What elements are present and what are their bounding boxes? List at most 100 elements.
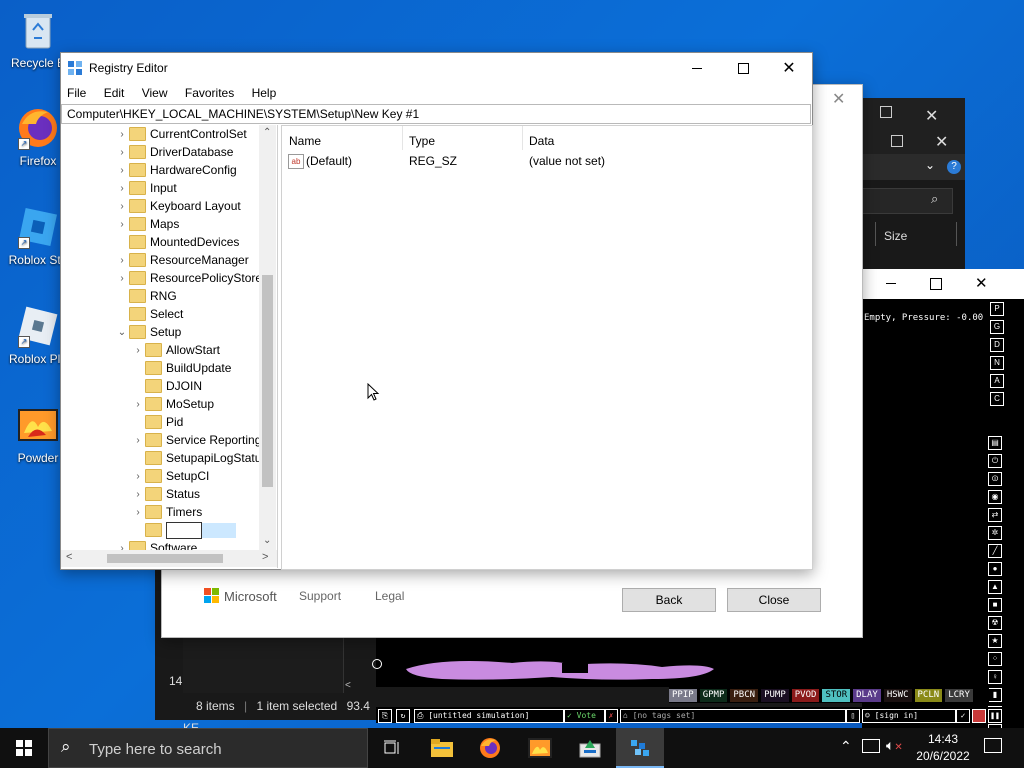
value-row[interactable]: ab (Default) REG_SZ (value not set) [282,152,812,170]
element-stor[interactable]: STOR [822,688,851,702]
menu-edit[interactable]: Edit [104,86,125,100]
scroll-left-icon[interactable]: < [345,680,351,691]
tree-node[interactable]: › CurrentControlSet [115,125,247,143]
vote-down-button[interactable]: ✗ [604,709,618,723]
tree-node[interactable]: ⌄ Setup [115,323,181,341]
tree-node[interactable]: Pid [131,413,183,431]
category-icon-liquids[interactable]: ● [988,562,1002,576]
maximize-icon[interactable] [930,278,942,290]
task-view-button[interactable] [368,728,416,768]
element-pcln[interactable]: PCLN [914,688,943,702]
taskbar-app-green[interactable] [566,728,614,768]
taskbar-powder-toy[interactable] [516,728,564,768]
category-icon-tools[interactable]: ▮ [988,688,1002,702]
chevron-right-icon[interactable]: › [115,180,129,198]
show-hidden-icons-icon[interactable]: ⌃ [840,738,852,755]
maximize-button[interactable] [720,53,766,83]
category-icon-life[interactable]: ♀ [988,670,1002,684]
vote-up-button[interactable]: ✓ Vote [564,709,606,723]
minimize-icon[interactable] [886,283,896,284]
category-icon-gases[interactable]: ╱ [988,544,1002,558]
explorer-maximize-icon-2[interactable] [891,135,903,147]
tree-node[interactable]: › Maps [115,215,179,233]
chevron-right-icon[interactable]: › [131,396,145,414]
tree-node[interactable]: › Keyboard Layout [115,197,241,215]
menu-view[interactable]: View [142,86,168,100]
menu-file[interactable]: File [67,86,86,100]
chevron-right-icon[interactable]: › [131,432,145,450]
help-icon[interactable]: ? [947,160,961,174]
element-hswc[interactable]: HSWC [883,688,912,702]
category-icon-power[interactable]: ⏼ [988,472,1002,486]
chevron-right-icon[interactable]: › [115,252,129,270]
column-header-size[interactable]: Size [884,229,907,243]
explorer-close-icon-2[interactable]: ✕ [935,132,948,152]
minimize-button[interactable] [674,53,720,83]
tree-vertical-scrollbar[interactable]: ⌃ ⌄ [259,125,276,550]
taskbar-firefox[interactable] [466,728,514,768]
chevron-down-icon[interactable]: ⌄ [115,324,129,342]
tool-button-d[interactable]: D [990,338,1004,352]
category-icon-powered[interactable]: ⏻ [988,454,1002,468]
category-icon-powders[interactable]: ▲ [988,580,1002,594]
explorer-maximize-icon[interactable] [880,106,892,118]
volume-muted-icon[interactable]: 🔈︎✕ [886,737,903,754]
chevron-right-icon[interactable]: › [115,540,129,550]
element-gpmp[interactable]: GPMP [699,688,728,702]
tree-node[interactable]: › Status [131,485,200,503]
chevron-right-icon[interactable]: › [131,486,145,504]
tool-button-a[interactable]: A [990,374,1004,388]
taskbar-file-explorer[interactable] [418,728,466,768]
tree-node[interactable]: RNG [115,287,177,305]
taskbar-regedit[interactable] [616,728,664,768]
new-simulation-icon[interactable]: ▯ [846,709,860,723]
scroll-right-icon[interactable]: > [262,551,268,563]
open-icon[interactable]: ⎘ [378,709,392,723]
category-icon-special[interactable]: ★ [988,634,1002,648]
reload-icon[interactable]: ↻ [396,709,410,723]
category-icon-radioactive[interactable]: ☢ [988,616,1002,630]
tree-node[interactable]: › AllowStart [131,341,220,359]
tree-node[interactable] [131,521,236,540]
sign-in-button[interactable]: ☺ [sign in] [862,709,956,723]
tree-horizontal-scrollbar[interactable]: < > [61,550,277,567]
menu-help[interactable]: Help [252,86,277,100]
element-dlay[interactable]: DLAY [853,688,881,702]
scroll-up-icon[interactable]: ⌃ [263,127,271,138]
taskbar-search-box[interactable]: ⌕ Type here to search [48,728,368,768]
category-icon-sensors[interactable]: ◉ [988,490,1002,504]
column-header-type[interactable]: Type [409,134,435,148]
save-simulation-button[interactable]: ⎙ [untitled simulation] [414,709,564,723]
category-icon-solids[interactable]: ■ [988,598,1002,612]
chevron-right-icon[interactable]: › [115,162,129,180]
tree-node[interactable]: › DriverDatabase [115,143,233,161]
category-icon-force[interactable]: ⇄ [988,508,1002,522]
legal-link[interactable]: Legal [375,589,404,603]
back-button[interactable]: Back [622,588,716,612]
scroll-thumb[interactable] [262,275,273,487]
tree-node[interactable]: › Service Reporting [131,431,259,449]
tree-node[interactable]: BuildUpdate [131,359,231,377]
tags-field[interactable]: ⌂ [no tags set] [620,709,846,723]
scroll-h-thumb[interactable] [107,554,223,563]
chevron-right-icon[interactable]: › [115,144,129,162]
start-button[interactable] [0,728,48,768]
tree-node[interactable]: › ResourceManager [115,251,249,269]
column-header-data[interactable]: Data [529,134,554,148]
element-lcry[interactable]: LCRY [945,688,973,702]
tree-node[interactable]: › SetupCI [131,467,209,485]
rename-key-input[interactable] [166,522,202,540]
explorer-close-icon[interactable]: ✕ [925,106,938,126]
tree-node[interactable]: DJOIN [131,377,202,395]
notifications-icon[interactable] [984,738,1002,753]
settings-icon[interactable]: ✓ [956,709,970,723]
pause-icon[interactable]: ❚❚ [988,709,1002,723]
chevron-down-icon[interactable]: ⌄ [925,158,935,172]
tree-node[interactable]: SetupapiLogStatu [131,449,259,467]
scroll-left-icon[interactable]: < [66,551,72,563]
element-ppip[interactable]: PPIP [669,688,697,702]
scroll-down-icon[interactable]: ⌄ [263,535,271,546]
tree-node[interactable]: › Input [115,179,177,197]
tree-node[interactable]: MountedDevices [115,233,239,251]
close-icon[interactable]: ✕ [975,274,988,292]
